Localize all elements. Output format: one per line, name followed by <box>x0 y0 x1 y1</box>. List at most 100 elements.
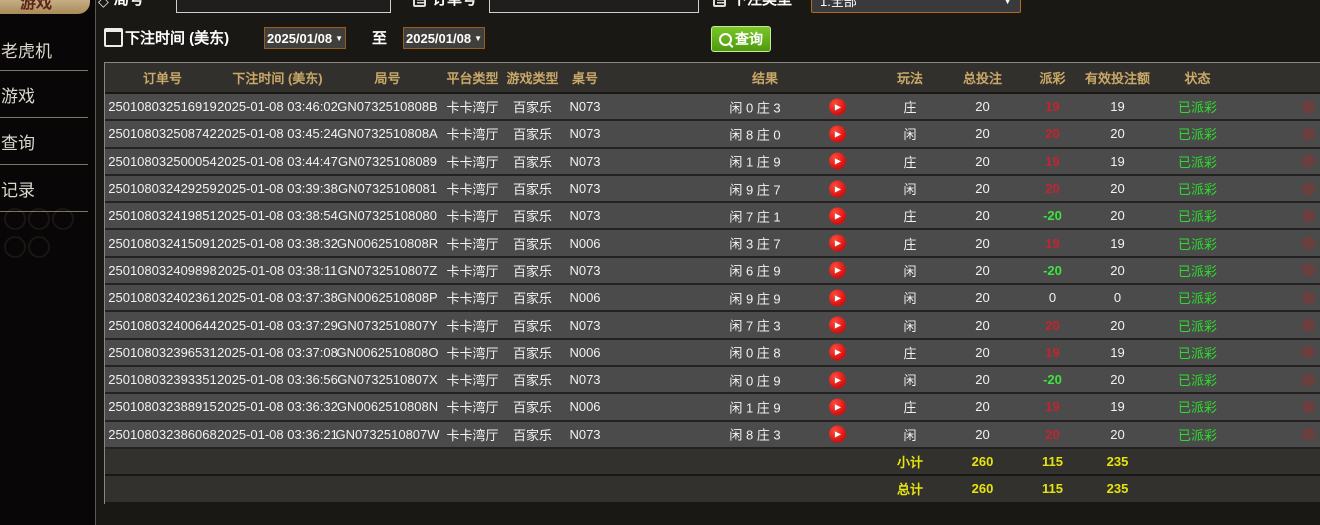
background-decoration <box>28 236 50 258</box>
sidebar-item-slots[interactable]: 老虎机 <box>0 14 88 71</box>
round-no-cell: GN0062510808R <box>335 230 440 255</box>
table-no-cell: N073 <box>560 121 610 146</box>
order-no-input[interactable] <box>489 0 699 13</box>
status-cell: 已派彩 <box>1155 340 1240 365</box>
replay-play-icon[interactable]: ▶ <box>829 398 846 415</box>
replay-play-icon[interactable]: ▶ <box>829 317 846 334</box>
order-no-cell: 250108032388915 <box>105 394 220 419</box>
table-row[interactable]: 2501080324098982025-01-08 03:38:11GN0732… <box>105 258 1320 285</box>
header-filler <box>1240 63 1320 92</box>
bet-time-cell: 2025-01-08 03:38:54 <box>220 203 335 228</box>
game-type-cell: 百家乐 <box>505 340 560 365</box>
table-row[interactable]: 2501080323889152025-01-08 03:36:32GN0062… <box>105 394 1320 421</box>
table-row[interactable]: 2501080325087422025-01-08 03:45:24GN0732… <box>105 121 1320 148</box>
replay-play-icon[interactable]: ▶ <box>829 262 846 279</box>
grand-total-valid-bet: 235 <box>1080 476 1155 501</box>
table-no-cell: N073 <box>560 203 610 228</box>
replay-play-icon[interactable]: ▶ <box>829 426 846 443</box>
replay-play-icon[interactable]: ▶ <box>829 180 846 197</box>
replay-play-icon[interactable]: ▶ <box>829 371 846 388</box>
total-bet-cell: 20 <box>940 121 1025 146</box>
status-cell: 已派彩 <box>1155 94 1240 119</box>
faint-background-dot <box>1302 237 1315 250</box>
game-type-cell: 百家乐 <box>505 394 560 419</box>
date-from-value: 2025/01/08 <box>267 31 332 46</box>
sidebar-item-active-games[interactable]: 游戏 <box>0 0 90 14</box>
search-button-label: 查询 <box>735 29 763 49</box>
date-range-to-label: 至 <box>372 27 387 48</box>
platform-cell: 卡卡湾厅 <box>440 230 505 255</box>
header-bet-time: 下注时间 (美东) <box>220 63 335 92</box>
round-no-cell: GN0732510808B <box>335 94 440 119</box>
game-type-cell: 百家乐 <box>505 367 560 392</box>
round-no-cell: GN0062510808P <box>335 285 440 310</box>
round-no-cell: GN0732510807Y <box>335 312 440 337</box>
table-row[interactable]: 2501080324150912025-01-08 03:38:32GN0062… <box>105 230 1320 257</box>
round-no-cell: GN0062510808O <box>335 340 440 365</box>
faint-background-dot <box>1302 428 1315 441</box>
total-bet-cell: 20 <box>940 230 1025 255</box>
subtotal-filler <box>1155 449 1320 474</box>
subtotal-payout: 115 <box>1025 449 1080 474</box>
table-no-cell: N006 <box>560 230 610 255</box>
table-row[interactable]: 2501080324292592025-01-08 03:39:38GN0732… <box>105 176 1320 203</box>
background-decoration <box>4 236 26 258</box>
grand-total-label: 总计 <box>880 476 940 501</box>
play-cell: 闲 <box>880 422 940 447</box>
table-no-cell: N073 <box>560 367 610 392</box>
table-row[interactable]: 2501080325000542025-01-08 03:44:47GN0732… <box>105 149 1320 176</box>
replay-play-icon[interactable]: ▶ <box>829 153 846 170</box>
table-row[interactable]: 2501080324006442025-01-08 03:37:29GN0732… <box>105 312 1320 339</box>
table-row[interactable]: 2501080324023612025-01-08 03:37:38GN0062… <box>105 285 1320 312</box>
round-no-input[interactable] <box>176 0 391 13</box>
play-cell: 闲 <box>880 367 940 392</box>
round-no-cell: GN07325108081 <box>335 176 440 201</box>
subtotal-valid-bet: 235 <box>1080 449 1155 474</box>
sidebar-item-label: 查询 <box>1 129 35 154</box>
order-no-cell: 250108032393351 <box>105 367 220 392</box>
payout-cell: 19 <box>1025 94 1080 119</box>
table-row[interactable]: 2501080323965312025-01-08 03:37:08GN0062… <box>105 340 1320 367</box>
order-no-cell: 250108032419851 <box>105 203 220 228</box>
sidebar-item-label: 记录 <box>1 176 35 201</box>
table-row[interactable]: 2501080323933512025-01-08 03:36:56GN0732… <box>105 367 1320 394</box>
game-type-cell: 百家乐 <box>505 258 560 283</box>
table-row[interactable]: 2501080323860682025-01-08 03:36:21GN0732… <box>105 422 1320 449</box>
payout-cell: 0 <box>1025 285 1080 310</box>
round-no-cell: GN0732510807Z <box>335 258 440 283</box>
status-cell: 已派彩 <box>1155 230 1240 255</box>
sidebar-item-query[interactable]: 查询 <box>0 118 88 165</box>
platform-cell: 卡卡湾厅 <box>440 176 505 201</box>
replay-play-icon[interactable]: ▶ <box>829 207 846 224</box>
bet-time-cell: 2025-01-08 03:38:11 <box>220 258 335 283</box>
total-bet-cell: 20 <box>940 340 1025 365</box>
platform-cell: 卡卡湾厅 <box>440 340 505 365</box>
search-button[interactable]: 查询 <box>711 26 771 52</box>
faint-background-dot <box>1302 264 1315 277</box>
sidebar-item-records[interactable]: 记录 <box>0 165 88 212</box>
date-to-value: 2025/01/08 <box>406 31 471 46</box>
round-no-cell: GN07325108089 <box>335 149 440 174</box>
replay-play-icon[interactable]: ▶ <box>829 289 846 306</box>
sidebar-item-games[interactable]: 游戏 <box>0 71 88 118</box>
replay-play-icon[interactable]: ▶ <box>829 344 846 361</box>
play-cell: 闲 <box>880 258 940 283</box>
payout-cell: -20 <box>1025 367 1080 392</box>
replay-play-icon[interactable]: ▶ <box>829 235 846 252</box>
play-cell: 闲 <box>880 121 940 146</box>
bet-time-cell: 2025-01-08 03:39:38 <box>220 176 335 201</box>
replay-play-icon[interactable]: ▶ <box>829 98 846 115</box>
platform-cell: 卡卡湾厅 <box>440 94 505 119</box>
date-from-picker[interactable]: 2025/01/08 ▼ <box>264 27 346 49</box>
bet-type-select[interactable]: 1.全部 ▼ <box>811 0 1021 13</box>
total-bet-cell: 20 <box>940 149 1025 174</box>
table-row[interactable]: 2501080325169192025-01-08 03:46:02GN0732… <box>105 94 1320 121</box>
result-cell: 闲 3 庄 7▶ <box>610 230 880 255</box>
table-row[interactable]: 2501080324198512025-01-08 03:38:54GN0732… <box>105 203 1320 230</box>
date-to-picker[interactable]: 2025/01/08 ▼ <box>403 27 485 49</box>
play-cell: 庄 <box>880 149 940 174</box>
replay-play-icon[interactable]: ▶ <box>829 125 846 142</box>
valid-bet-cell: 19 <box>1080 394 1155 419</box>
bet-time-cell: 2025-01-08 03:44:47 <box>220 149 335 174</box>
bet-time-cell: 2025-01-08 03:45:24 <box>220 121 335 146</box>
